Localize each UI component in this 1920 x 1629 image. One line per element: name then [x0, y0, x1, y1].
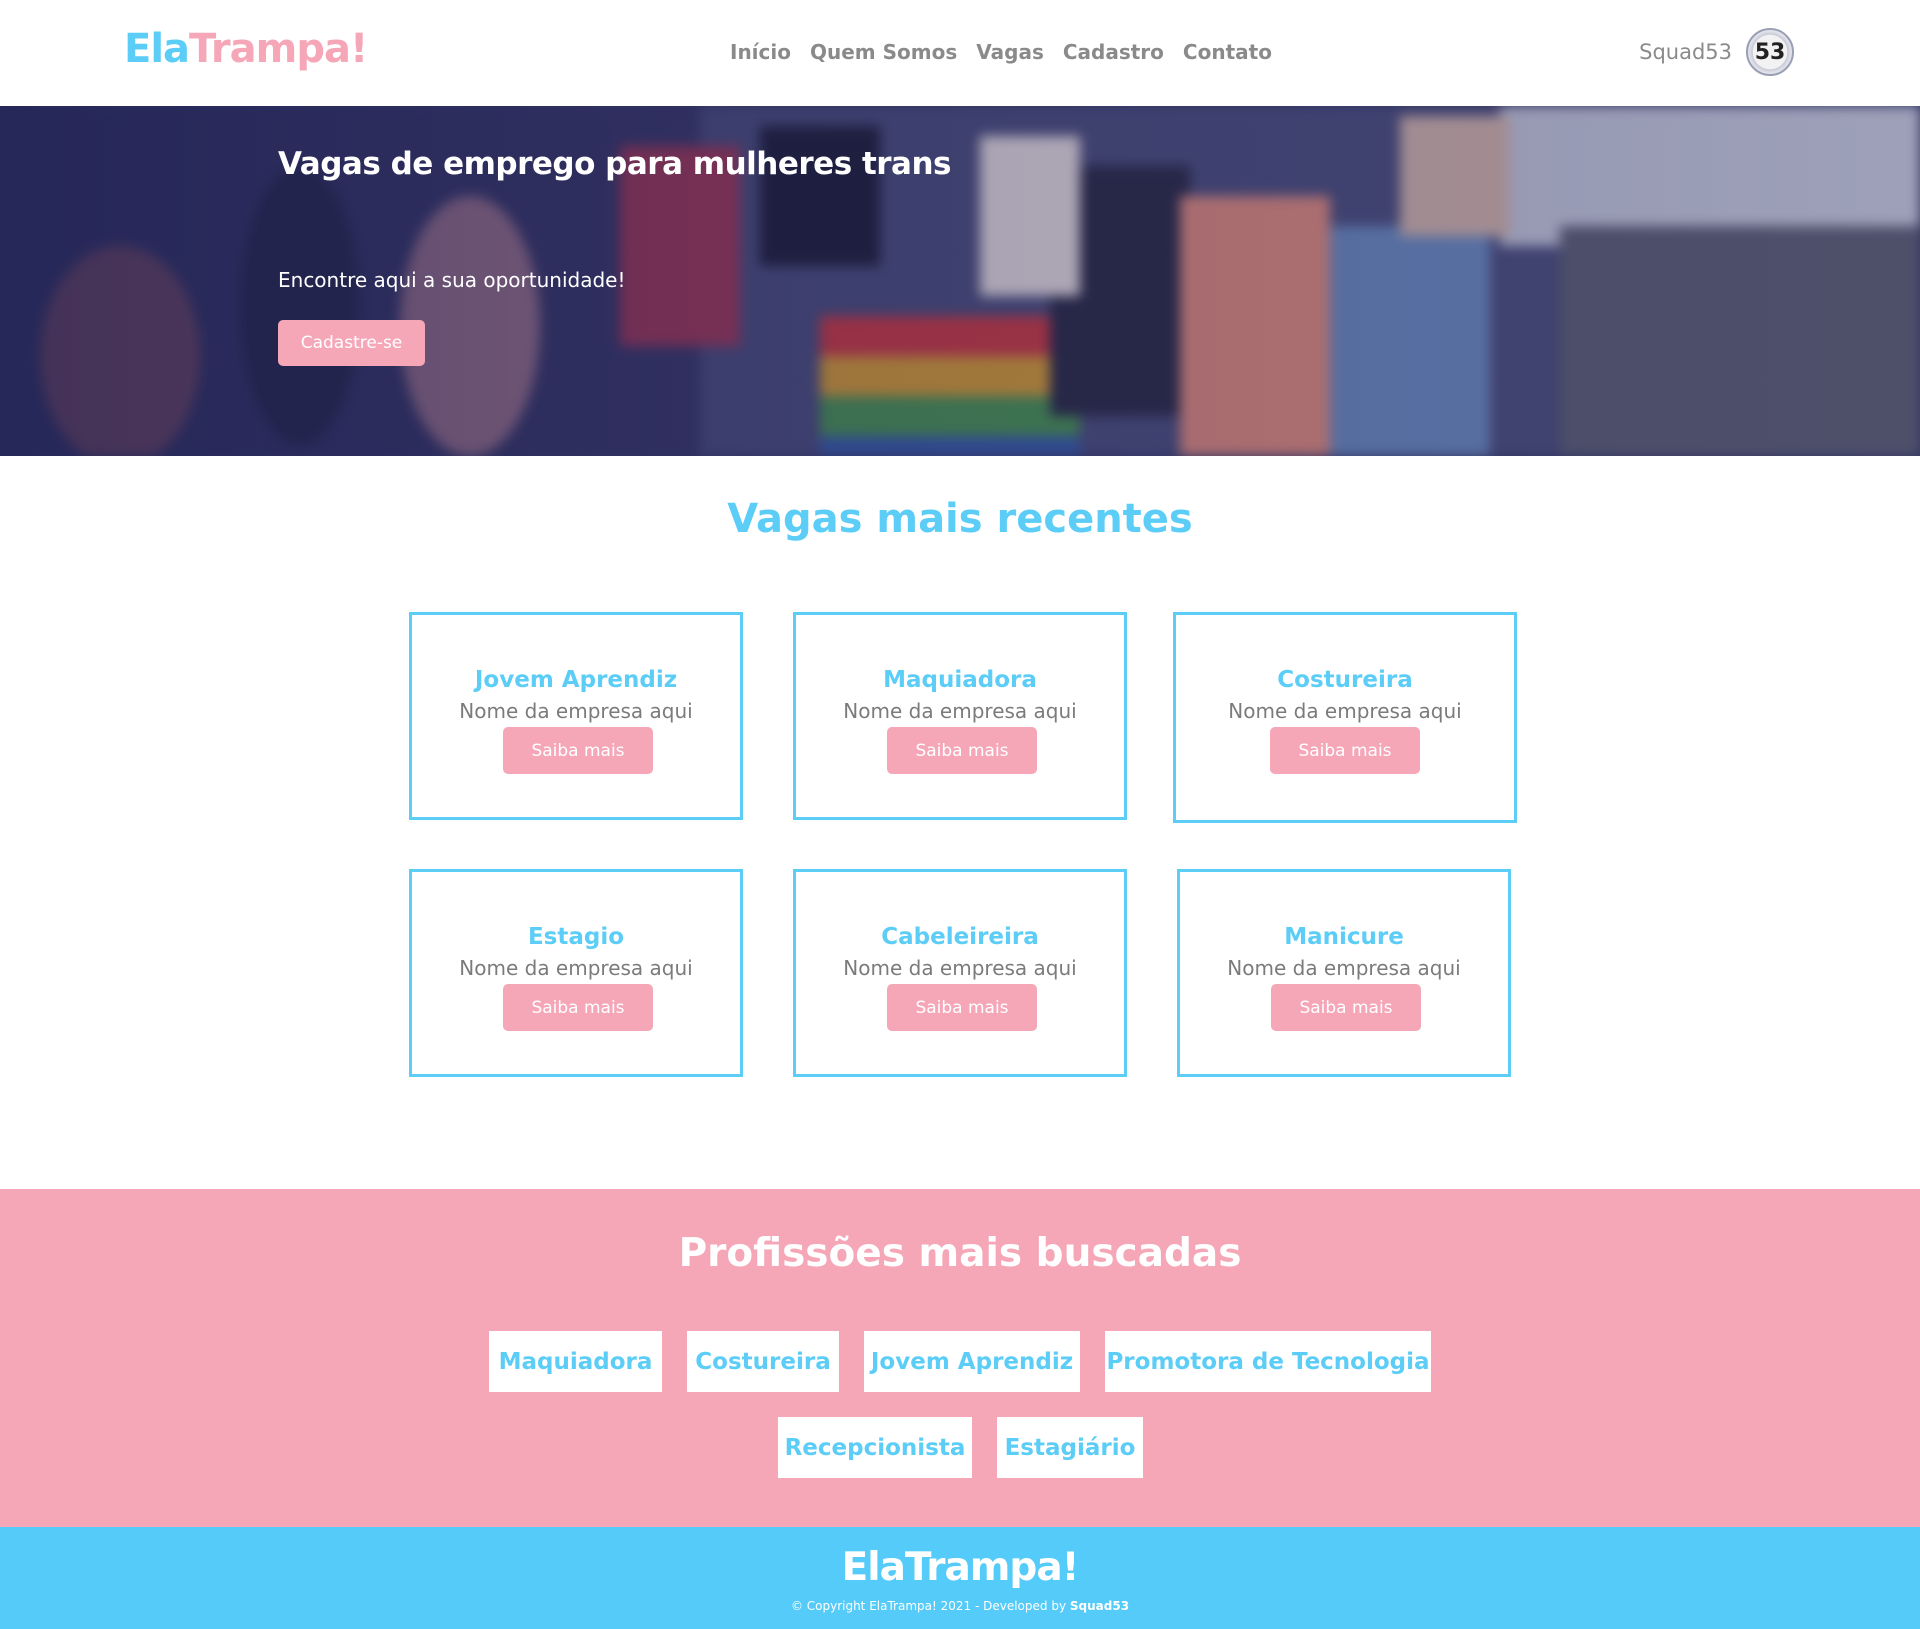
user-menu[interactable]: Squad53 53 [1639, 28, 1794, 76]
hero-subtitle: Encontre aqui a sua oportunidade! [278, 268, 626, 292]
job-title: Maquiadora [883, 667, 1037, 693]
profession-chip[interactable]: Maquiadora [489, 1331, 662, 1392]
footer-logo: ElaTrampa! [841, 1545, 1080, 1590]
learn-more-button[interactable]: Saiba mais [503, 727, 653, 774]
hero-banner: Vagas de emprego para mulheres trans Enc… [0, 106, 1920, 456]
job-card: Jovem Aprendiz Nome da empresa aqui Saib… [409, 612, 743, 820]
learn-more-button[interactable]: Saiba mais [887, 984, 1037, 1031]
job-card: Cabeleireira Nome da empresa aqui Saiba … [793, 869, 1127, 1077]
job-card: Maquiadora Nome da empresa aqui Saiba ma… [793, 612, 1127, 820]
job-title: Manicure [1284, 924, 1404, 950]
footer-copyright: © Copyright ElaTrampa! 2021 - Developed … [0, 1599, 1920, 1613]
job-title: Jovem Aprendiz [474, 667, 678, 693]
copyright-text: © Copyright ElaTrampa! 2021 - Developed … [790, 1599, 1067, 1613]
profession-chip[interactable]: Estagiário [997, 1417, 1143, 1478]
main-nav: Início Quem Somos Vagas Cadastro Contato [730, 40, 1272, 64]
recent-jobs-title: Vagas mais recentes [727, 496, 1193, 542]
job-company: Nome da empresa aqui [843, 956, 1077, 980]
user-name: Squad53 [1639, 40, 1732, 64]
job-company: Nome da empresa aqui [459, 956, 693, 980]
popular-professions: Profissões mais buscadas Maquiadora Cost… [0, 1189, 1920, 1527]
job-card: Manicure Nome da empresa aqui Saiba mais [1177, 869, 1511, 1077]
job-company: Nome da empresa aqui [459, 699, 693, 723]
learn-more-button[interactable]: Saiba mais [887, 727, 1037, 774]
avatar[interactable]: 53 [1746, 28, 1794, 76]
job-title: Cabeleireira [881, 924, 1039, 950]
hero-title: Vagas de emprego para mulheres trans [278, 146, 952, 182]
job-company: Nome da empresa aqui [843, 699, 1077, 723]
learn-more-button[interactable]: Saiba mais [1271, 984, 1421, 1031]
job-title: Estagio [527, 924, 625, 950]
profession-chip[interactable]: Costureira [687, 1331, 839, 1392]
job-card: Estagio Nome da empresa aqui Saiba mais [409, 869, 743, 1077]
job-title: Costureira [1277, 667, 1413, 693]
footer: ElaTrampa! © Copyright ElaTrampa! 2021 -… [0, 1527, 1920, 1629]
signup-button[interactable]: Cadastre-se [278, 320, 425, 366]
nav-item-inicio[interactable]: Início [730, 40, 791, 64]
learn-more-button[interactable]: Saiba mais [503, 984, 653, 1031]
logo[interactable]: ElaTrampa! [124, 26, 368, 72]
top-header: ElaTrampa! Início Quem Somos Vagas Cadas… [0, 0, 1920, 106]
nav-item-vagas[interactable]: Vagas [976, 40, 1044, 64]
profession-chip[interactable]: Recepcionista [778, 1417, 972, 1478]
professions-title: Profissões mais buscadas [678, 1231, 1242, 1276]
profession-chip[interactable]: Promotora de Tecnologia [1105, 1331, 1431, 1392]
nav-item-cadastro[interactable]: Cadastro [1063, 40, 1164, 64]
logo-part2: Trampa! [189, 26, 368, 72]
nav-item-contato[interactable]: Contato [1183, 40, 1272, 64]
learn-more-button[interactable]: Saiba mais [1270, 727, 1420, 774]
logo-part1: Ela [124, 26, 190, 72]
job-company: Nome da empresa aqui [1227, 956, 1461, 980]
profession-chip[interactable]: Jovem Aprendiz [864, 1331, 1080, 1392]
job-card: Costureira Nome da empresa aqui Saiba ma… [1173, 612, 1517, 823]
nav-item-quem-somos[interactable]: Quem Somos [810, 40, 957, 64]
job-company: Nome da empresa aqui [1228, 699, 1462, 723]
developer-name: Squad53 [1069, 1599, 1130, 1613]
